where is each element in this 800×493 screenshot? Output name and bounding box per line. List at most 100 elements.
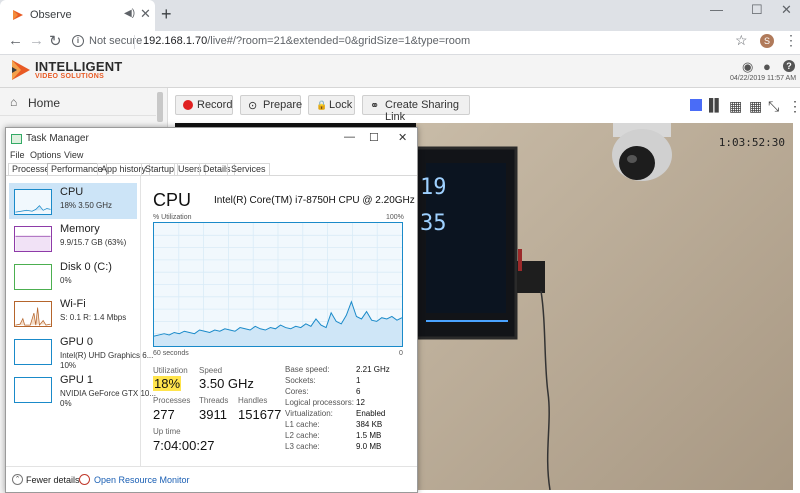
collapse-chevron-icon[interactable]: ⌃ [12,474,23,485]
cpu-utilization-graph [153,222,403,347]
spec-label: Logical processors: [285,398,354,407]
bookmark-star-icon[interactable]: ☆ [735,32,748,49]
spec-value: 6 [356,387,361,396]
spec-label: Base speed: [285,365,330,374]
help-icon[interactable]: ? [783,60,795,72]
lock-icon: 🔒 [316,100,328,110]
resource-wifi[interactable]: Wi-Fi S: 0.1 R: 1.4 Mbps [9,295,137,331]
maximize-button[interactable]: ☐ [751,2,763,18]
grid-2x2-icon[interactable]: ▦ [729,98,742,115]
spec-value: 12 [356,398,365,407]
forward-button[interactable]: → [29,32,44,49]
tm-maximize-button[interactable]: ☐ [369,131,379,144]
brand-name: INTELLIGENT [35,59,123,74]
processes-value: 277 [153,407,175,422]
sidebar-item-home[interactable]: ⌂ Home [0,88,156,116]
grid-3x3-icon[interactable]: ▦ [749,98,762,115]
site-info-icon[interactable]: i [72,35,84,47]
speed-label: Speed [199,366,223,375]
spec-label: L1 cache: [285,420,320,429]
browser-menu-icon[interactable]: ⋮ [784,32,798,49]
prepare-button[interactable]: ⊙ Prepare [240,95,303,115]
back-button[interactable]: ← [8,32,23,49]
menu-file[interactable]: File [10,150,25,160]
resource-memory[interactable]: Memory 9.9/15.7 GB (63%) [9,220,137,256]
window-close-button[interactable]: ✕ [781,2,792,18]
fullscreen-icon[interactable]: ⤡ [768,98,779,115]
resource-detail: 9.9/15.7 GB (63%) [60,238,127,247]
handles-label: Handles [238,396,268,405]
record-button[interactable]: Record [175,95,233,115]
resource-gpu0[interactable]: GPU 0 Intel(R) UHD Graphics 6... 10% [9,333,153,370]
lock-button[interactable]: 🔒 Lock [308,95,355,115]
disk-sparkline-icon [14,264,52,290]
camera-video-feed[interactable]: 19 35 1:03:52:30 [416,123,793,490]
resource-detail: S: 0.1 R: 1.4 Mbps [60,313,127,322]
cpu-model: Intel(R) Core(TM) i7-8750H CPU @ 2.20GHz [214,195,415,206]
resource-disk[interactable]: Disk 0 (C:) 0% [9,258,137,294]
browser-tab-strip: Observe ◀) ✕ + — ☐ ✕ [0,0,800,31]
graph-time-end: 0 [399,350,403,357]
minimize-button[interactable]: — [710,2,723,17]
grid-2col-icon[interactable]: ▌▌ [709,98,723,112]
spec-value: 384 KB [356,420,383,429]
spec-value: 1 [356,376,361,385]
url-host: 192.168.1.70 [143,35,208,47]
resource-name: CPU [60,186,84,198]
create-sharing-link-button[interactable]: ⚭ Create Sharing Link [362,95,470,123]
prepare-label: Prepare [263,99,303,111]
resource-name: Wi-Fi [60,298,86,310]
resource-cpu[interactable]: CPU 18% 3.50 GHz [9,183,137,219]
graph-time-window: 60 seconds [153,350,189,357]
home-icon: ⌂ [10,95,18,109]
tab-startup[interactable]: Startup [141,163,179,175]
observe-favicon-icon [13,10,23,20]
sidebar-scrollbar[interactable] [157,92,163,122]
tm-minimize-button[interactable]: — [344,131,355,143]
brand-tagline: VIDEO SOLUTIONS [35,73,105,80]
profile-avatar[interactable]: S [760,34,774,48]
resource-detail: NVIDIA GeForce GTX 10... [60,389,157,398]
resource-name: GPU 0 [60,336,94,348]
gpu1-sparkline-icon [14,377,52,403]
resource-gpu1[interactable]: GPU 1 NVIDIA GeForce GTX 10... 0% [9,371,156,408]
url-path: /live#/?room=21&extended=0&gridSize=1&ty… [207,35,471,47]
tab-services[interactable]: Services [227,163,270,175]
spec-value: 1.5 MB [356,431,382,440]
speed-value: 3.50 GHz [199,376,254,391]
reload-button[interactable]: ↻ [49,32,62,50]
menu-view[interactable]: View [64,150,83,160]
menu-options[interactable]: Options [30,150,61,160]
grid-1x1-icon[interactable] [690,99,702,111]
processes-label: Processes [153,396,191,405]
spec-label: Cores: [285,387,309,396]
camera-scene [416,123,793,490]
task-manager-title: Task Manager [26,133,89,144]
threads-value: 3911 [199,407,227,422]
audio-icon[interactable]: ◀) [124,8,135,19]
spec-value: 2.21 GHz [356,365,390,374]
user-icon[interactable]: ● [763,59,771,74]
record-icon [183,100,193,110]
brand-logo-icon [12,60,30,80]
lock-label: Lock [329,99,353,111]
resource-detail: 18% 3.50 GHz [60,201,113,210]
address-bar[interactable]: 192.168.1.70/live#/?room=21&extended=0&g… [143,35,470,47]
resource-usage: 0% [60,399,72,408]
eye-icon[interactable]: ◉ [742,59,753,75]
new-tab-button[interactable]: + [161,4,172,25]
grid-more-icon[interactable]: ⋮ [788,98,800,115]
tm-close-button[interactable]: ✕ [398,131,407,144]
memory-sparkline-icon [14,226,52,252]
browser-tab[interactable]: Observe ◀) ✕ [0,0,155,31]
open-resource-monitor-link[interactable]: Open Resource Monitor [94,475,190,485]
resource-detail: Intel(R) UHD Graphics 6... [60,351,154,360]
tab-title: Observe [30,9,72,21]
utilization-axis-label: % Utilization [153,214,192,221]
sidebar-item-label: Home [28,96,61,110]
fewer-details-link[interactable]: Fewer details [26,475,80,485]
app-header: INTELLIGENT VIDEO SOLUTIONS ◉ ● ? 04/22/… [0,55,800,88]
resource-name: Disk 0 (C:) [60,261,112,273]
record-label: Record [197,99,233,111]
tab-close-icon[interactable]: ✕ [140,6,151,22]
